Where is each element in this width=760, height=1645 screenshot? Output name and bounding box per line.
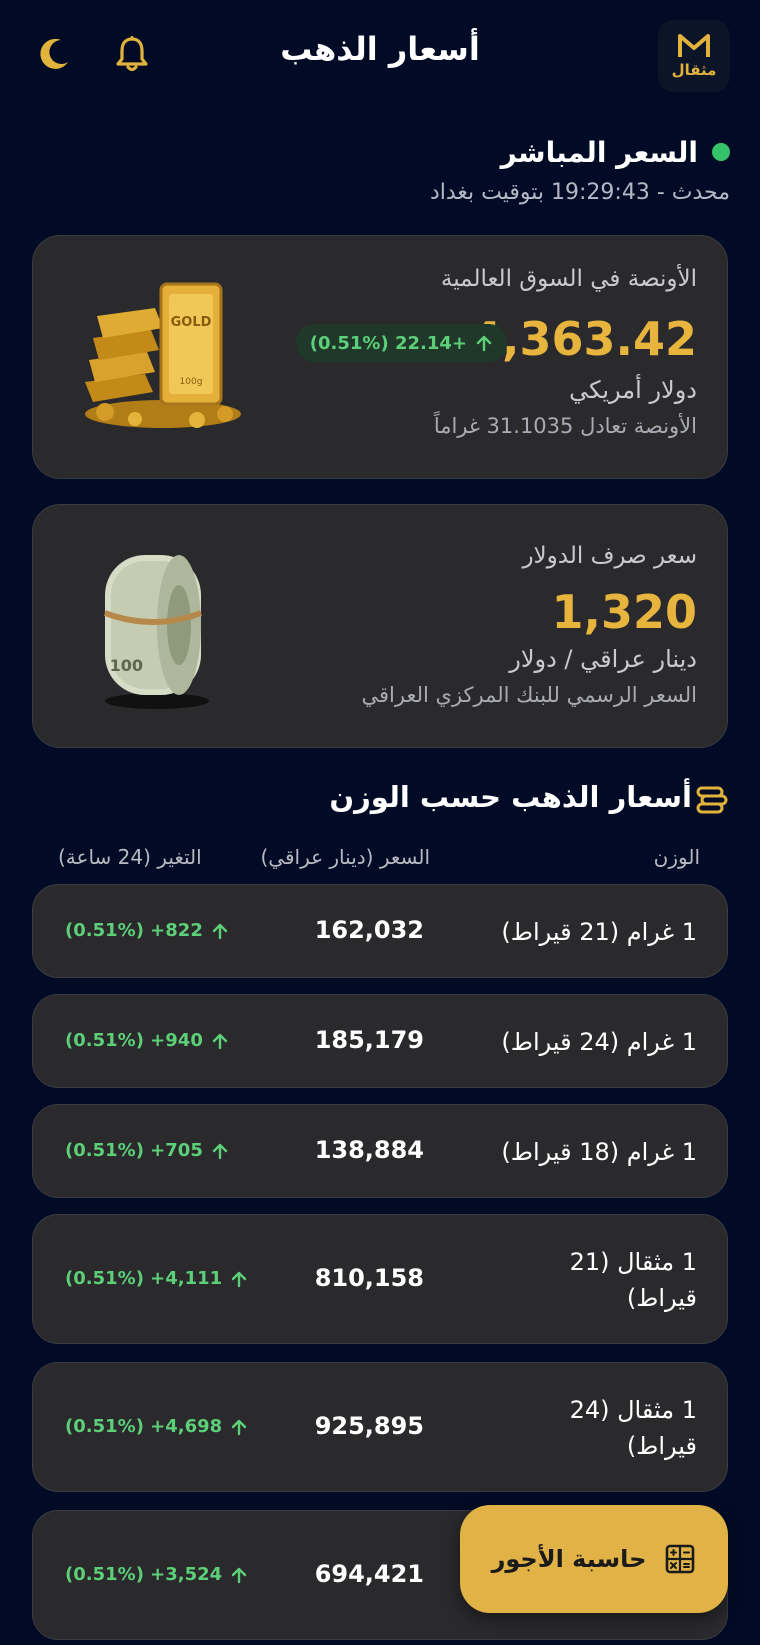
weight-price: 138,884: [314, 1136, 424, 1164]
usd-unit: دينار عراقي / دولار: [509, 645, 697, 673]
arrow-up-icon: [232, 1271, 247, 1287]
weight-row[interactable]: 1 غرام (21 قيراط) 162,032 822+ (0.51%): [32, 884, 728, 978]
moon-icon[interactable]: [34, 34, 74, 74]
weight-change-value: 940+ (0.51%): [65, 1030, 203, 1051]
weight-price: 185,179: [314, 1026, 424, 1054]
ounce-price-card[interactable]: الأونصة في السوق العالمية 4,363.42 +22.1…: [32, 235, 728, 479]
weight-change-value: 705+ (0.51%): [65, 1140, 203, 1161]
app-screen: مثقال أسعار الذهب السعر المباشر محدث - 1…: [0, 0, 760, 1645]
last-updated-text: محدث - 19:29:43 بتوقيت بغداد: [429, 180, 730, 205]
gold-bars-image: GOLD 100g: [85, 282, 241, 428]
usd-rate-card[interactable]: سعر صرف الدولار 1,320 دينار عراقي / دولا…: [32, 504, 728, 748]
weight-change-value: 4,111+ (0.51%): [65, 1268, 223, 1289]
weight-change: 705+ (0.51%): [65, 1140, 229, 1161]
ounce-currency: دولار أمريكي: [569, 376, 697, 404]
usd-label: سعر صرف الدولار: [522, 543, 697, 569]
weight-change-value: 3,524+ (0.51%): [65, 1564, 223, 1585]
coins-stack-icon: [696, 786, 728, 814]
weight-change: 4,111+ (0.51%): [65, 1268, 248, 1289]
arrow-up-icon: [476, 335, 492, 352]
column-header-price: السعر (دينار عراقي): [260, 845, 430, 869]
arrow-up-icon: [232, 1567, 247, 1583]
svg-text:GOLD: GOLD: [171, 315, 212, 330]
calculator-icon: [666, 1544, 695, 1574]
wage-calculator-button[interactable]: حاسبة الأجور: [460, 1505, 728, 1613]
live-indicator-dot: [712, 143, 730, 161]
ounce-note: الأونصة تعادل 31.1035 غراماً: [433, 414, 697, 438]
weight-change: 3,524+ (0.51%): [65, 1564, 248, 1585]
weight-change-value: 4,698+ (0.51%): [65, 1416, 223, 1437]
svg-text:100: 100: [110, 656, 143, 675]
usd-price: 1,320: [551, 585, 697, 639]
weight-row[interactable]: 1 غرام (24 قيراط) 185,179 940+ (0.51%): [32, 994, 728, 1088]
weight-row[interactable]: 1 مثقال (24 قيراط) 925,895 4,698+ (0.51%): [32, 1362, 728, 1492]
weight-row[interactable]: 1 غرام (18 قيراط) 138,884 705+ (0.51%): [32, 1104, 728, 1198]
weight-change: 822+ (0.51%): [65, 920, 229, 941]
column-header-change: التغير (24 ساعة): [58, 845, 202, 869]
weight-price: 162,032: [314, 916, 424, 944]
weights-section-header: أسعار الذهب حسب الوزن: [329, 780, 692, 814]
ounce-change-value: +22.14 (0.51%): [309, 332, 467, 354]
column-header-weight: الوزن: [653, 845, 700, 869]
top-bar: مثقال أسعار الذهب: [0, 0, 760, 110]
live-price-title: السعر المباشر: [500, 135, 698, 169]
weight-label: 1 غرام (21 قيراط): [501, 918, 697, 946]
weight-price: 694,421: [314, 1560, 424, 1588]
weight-price: 925,895: [314, 1412, 424, 1440]
svg-text:100g: 100g: [180, 377, 203, 387]
weight-change: 940+ (0.51%): [65, 1030, 229, 1051]
ounce-label: الأونصة في السوق العالمية: [440, 266, 697, 292]
weight-label: 1 غرام (18 قيراط): [501, 1138, 697, 1166]
arrow-up-icon: [212, 1033, 228, 1049]
weight-price: 810,158: [314, 1264, 424, 1292]
bell-icon[interactable]: [112, 34, 152, 74]
arrow-up-icon: [212, 923, 228, 939]
weight-change: 4,698+ (0.51%): [65, 1416, 248, 1437]
live-price-header: السعر المباشر: [501, 132, 730, 172]
weight-label: 1 غرام (24 قيراط): [501, 1028, 697, 1056]
weight-label: 1 مثقال (24 قيراط): [569, 1396, 697, 1460]
money-roll-image: 100: [103, 555, 209, 709]
arrow-up-icon: [212, 1143, 228, 1159]
usd-note: السعر الرسمي للبنك المركزي العراقي: [361, 683, 697, 707]
weights-title: أسعار الذهب حسب الوزن: [329, 780, 692, 814]
ounce-change-badge: +22.14 (0.51%): [295, 324, 507, 362]
weight-change-value: 822+ (0.51%): [65, 920, 203, 941]
arrow-up-icon: [232, 1419, 247, 1435]
weight-row[interactable]: 1 مثقال (21 قيراط) 810,158 4,111+ (0.51%): [32, 1214, 728, 1344]
wage-calculator-label: حاسبة الأجور: [491, 1545, 647, 1573]
weight-label: 1 مثقال (21 قيراط): [569, 1248, 697, 1312]
